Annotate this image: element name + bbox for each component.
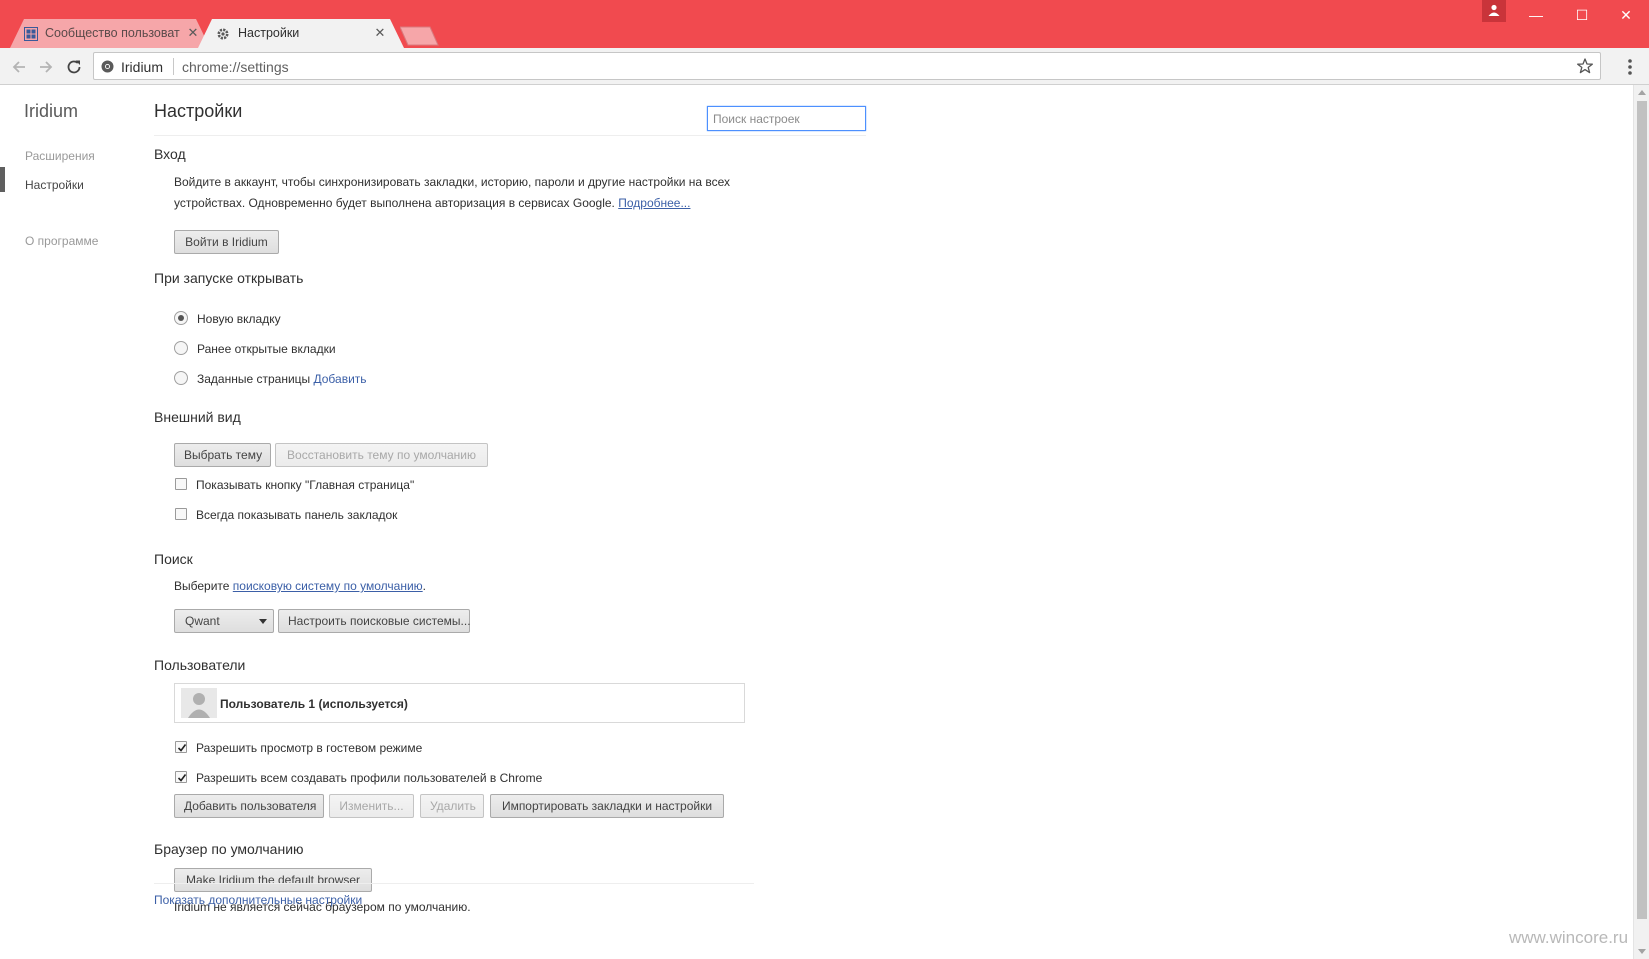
tab-settings[interactable]: Настройки ✕ — [198, 19, 404, 48]
radio-new-tab[interactable] — [174, 311, 188, 325]
radio-specific-pages-row: Заданные страницы Добавить — [197, 372, 367, 386]
edit-user-button[interactable]: Изменить... — [329, 794, 414, 818]
reload-icon[interactable] — [63, 56, 85, 78]
search-settings-input[interactable] — [707, 106, 866, 131]
make-default-browser-button[interactable]: Make Iridium the default browser — [174, 868, 372, 892]
signin-description-line1: Войдите в аккаунт, чтобы синхронизироват… — [174, 175, 731, 189]
signin-section-title: Вход — [154, 146, 186, 162]
learn-more-link[interactable]: Подробнее... — [618, 196, 690, 210]
chrome-page-icon — [101, 60, 114, 73]
signin-description-line2: устройствах. Одновременно будет выполнен… — [174, 196, 690, 210]
back-icon[interactable] — [8, 56, 30, 78]
reset-theme-button[interactable]: Восстановить тему по умолчанию — [275, 443, 488, 467]
tab-community[interactable]: Сообщество пользоват ✕ — [10, 19, 210, 48]
show-bookmarks-label: Всегда показывать панель закладок — [196, 508, 398, 522]
sidebar: Iridium Расширения Настройки О программе — [0, 85, 150, 959]
add-user-button[interactable]: Добавить пользователя — [174, 794, 324, 818]
appearance-section-title: Внешний вид — [154, 409, 241, 425]
show-home-checkbox[interactable] — [175, 478, 187, 490]
default-browser-section-title: Браузер по умолчанию — [154, 841, 304, 857]
page-title: Настройки — [154, 101, 243, 121]
close-window-button[interactable]: ✕ — [1604, 2, 1648, 28]
origin-label: Iridium — [121, 59, 164, 75]
title-bar: Сообщество пользоват ✕ Настройки ✕ — ☐ ✕ — [0, 0, 1649, 48]
manage-search-engines-button[interactable]: Настроить поисковые системы... — [278, 609, 471, 633]
scrollbar-thumb[interactable] — [1637, 101, 1647, 919]
choose-theme-button[interactable]: Выбрать тему — [174, 443, 271, 467]
person-avatar-icon — [188, 693, 210, 718]
search-suffix: . — [422, 579, 427, 593]
radio-continue[interactable] — [174, 341, 188, 355]
search-section-title: Поиск — [154, 551, 193, 567]
origin-separator — [173, 58, 174, 75]
guest-browsing-checkbox[interactable] — [175, 741, 187, 753]
scroll-down-icon[interactable] — [1638, 949, 1646, 954]
sidebar-item-settings[interactable]: Настройки — [25, 178, 84, 192]
signin-description-text: устройствах. Одновременно будет выполнен… — [174, 196, 615, 210]
close-icon[interactable]: ✕ — [373, 26, 387, 40]
startup-section-title: При запуске открывать — [154, 270, 304, 286]
minimize-button[interactable]: — — [1514, 2, 1558, 28]
address-bar[interactable]: Iridium chrome://settings — [93, 52, 1601, 80]
import-bookmarks-button[interactable]: Импортировать закладки и настройки — [490, 794, 724, 818]
guest-browsing-label: Разрешить просмотр в гостевом режиме — [196, 741, 423, 755]
menu-icon[interactable] — [1622, 57, 1638, 77]
show-home-label: Показывать кнопку "Главная страница" — [196, 478, 415, 492]
title-divider — [154, 135, 866, 136]
radio-specific-pages[interactable] — [174, 371, 188, 385]
current-user-name[interactable]: Пользователь 1 (используется) — [220, 697, 408, 711]
settings-main: Настройки Вход Войдите в аккаунт, чтобы … — [154, 85, 874, 959]
scroll-up-icon[interactable] — [1638, 90, 1646, 95]
signin-button[interactable]: Войти в Iridium — [174, 230, 279, 254]
sidebar-title: Iridium — [24, 101, 79, 121]
bottom-divider — [154, 883, 754, 884]
show-bookmarks-checkbox[interactable] — [175, 508, 187, 520]
radio-new-tab-label: Новую вкладку — [197, 312, 281, 326]
chevron-down-icon — [259, 619, 267, 624]
vertical-scrollbar[interactable] — [1633, 85, 1649, 959]
show-advanced-settings-link[interactable]: Показать дополнительные настройки — [154, 893, 362, 907]
forward-icon[interactable] — [35, 56, 57, 78]
radio-selected-dot — [178, 315, 184, 321]
checkmark-icon — [177, 744, 187, 752]
delete-user-button[interactable]: Удалить — [420, 794, 484, 818]
user-profile-list: Пользователь 1 (используется) — [174, 683, 745, 723]
checkmark-icon — [177, 774, 187, 782]
add-pages-link[interactable]: Добавить — [314, 372, 367, 386]
default-search-link[interactable]: поисковую систему по умолчанию — [233, 579, 423, 593]
sidebar-item-about[interactable]: О программе — [25, 234, 98, 248]
allow-add-profiles-label: Разрешить всем создавать профили пользов… — [196, 771, 543, 785]
settings-page: Iridium Расширения Настройки О программе… — [0, 85, 1633, 959]
radio-continue-label: Ранее открытые вкладки — [197, 342, 336, 356]
sidebar-item-extensions[interactable]: Расширения — [25, 149, 95, 163]
allow-add-profiles-checkbox[interactable] — [175, 771, 187, 783]
star-icon[interactable] — [1576, 57, 1594, 75]
person-icon — [1488, 4, 1500, 16]
radio-specific-pages-label: Заданные страницы — [197, 372, 311, 386]
browser-toolbar: Iridium chrome://settings — [0, 48, 1649, 85]
tab-title: Настройки — [238, 26, 300, 40]
profile-button[interactable] — [1482, 0, 1506, 22]
search-engine-value: Qwant — [185, 614, 220, 628]
maximize-button[interactable]: ☐ — [1560, 2, 1604, 28]
url-text[interactable]: chrome://settings — [182, 59, 289, 75]
gear-icon — [217, 28, 229, 40]
grid-icon — [24, 27, 38, 41]
sidebar-selection-marker — [0, 167, 5, 192]
users-section-title: Пользователи — [154, 657, 246, 673]
avatar — [181, 688, 217, 718]
search-prefix: Выберите — [174, 579, 230, 593]
tab-title: Сообщество пользоват — [45, 26, 180, 40]
watermark: www.wincore.ru — [1509, 928, 1629, 947]
new-tab-button[interactable] — [400, 26, 440, 46]
search-engine-description: Выберите поисковую систему по умолчанию. — [174, 579, 426, 593]
search-engine-select[interactable]: Qwant — [174, 609, 274, 633]
